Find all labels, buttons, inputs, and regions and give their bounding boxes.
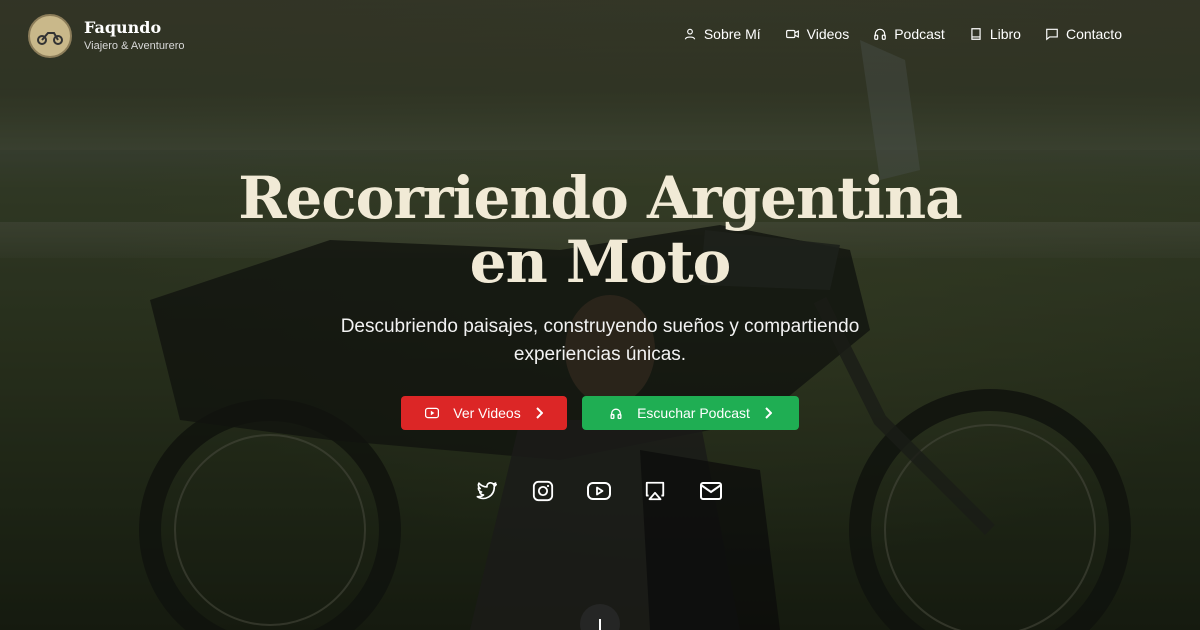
ver-videos-label: Ver Videos — [453, 405, 521, 421]
instagram-link[interactable] — [530, 478, 556, 504]
nav-label: Podcast — [894, 26, 945, 42]
nav-label: Sobre Mí — [703, 26, 761, 42]
nav-item-sobre-mi[interactable]: Sobre Mí — [683, 26, 761, 42]
youtube-link[interactable] — [586, 478, 612, 504]
twitter-link[interactable] — [474, 478, 500, 504]
instagram-icon — [532, 480, 554, 502]
hero-title: Recorriendo Argentina en Moto — [238, 164, 963, 296]
nav-item-podcast[interactable]: Podcast — [873, 26, 945, 42]
escuchar-podcast-button[interactable]: Escuchar Podcast — [582, 396, 799, 430]
headphones-icon — [610, 408, 622, 419]
main-nav: Sobre Mí Videos Podcast Libro Contacto — [659, 26, 1122, 42]
chevron-right-icon — [765, 407, 772, 419]
airplay-link[interactable] — [642, 478, 668, 504]
nav-item-libro[interactable]: Libro — [969, 26, 1021, 42]
youtube-icon — [425, 407, 440, 419]
brand-tagline: Viajero & Aventurero — [84, 40, 185, 52]
hero-section: Faqundo Viajero & Aventurero Sobre Mí Vi… — [0, 0, 1200, 630]
mail-icon — [700, 482, 722, 500]
mail-link[interactable] — [698, 478, 724, 504]
nav-label: Libro — [989, 26, 1021, 42]
chevron-right-icon — [536, 407, 543, 419]
arrow-down-icon — [599, 619, 601, 630]
nav-item-contacto[interactable]: Contacto — [1045, 26, 1122, 42]
airplay-icon — [645, 481, 665, 501]
motorcycle-icon — [37, 32, 63, 45]
nav-label: Contacto — [1065, 26, 1122, 42]
escuchar-podcast-label: Escuchar Podcast — [637, 405, 750, 421]
brand-name: Faqundo — [84, 18, 162, 37]
twitter-icon — [476, 481, 497, 500]
nav-item-videos[interactable]: Videos — [785, 26, 850, 42]
nav-label: Videos — [806, 26, 850, 42]
user-icon — [684, 28, 696, 40]
social-links — [474, 478, 754, 504]
ver-videos-button[interactable]: Ver Videos — [401, 396, 567, 430]
hero-subtitle: Descubriendo paisajes, construyendo sueñ… — [340, 316, 860, 365]
headphones-icon — [874, 28, 887, 40]
book-icon — [971, 28, 981, 40]
youtube-icon — [587, 482, 611, 500]
logo — [28, 14, 72, 58]
message-icon — [1046, 28, 1058, 41]
video-icon — [785, 29, 799, 39]
brand[interactable]: Faqundo Viajero & Aventurero — [28, 14, 185, 58]
